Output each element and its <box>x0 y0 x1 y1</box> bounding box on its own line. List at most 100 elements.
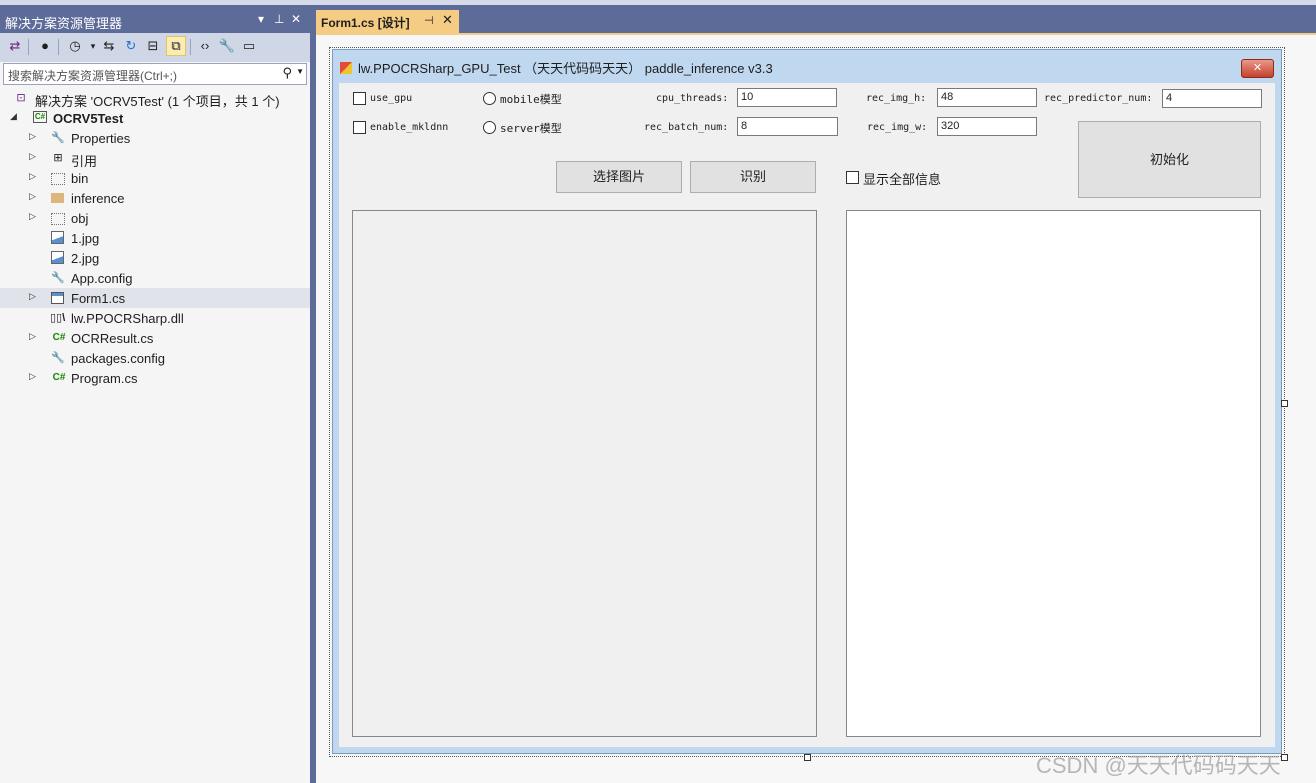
tree-item-solution[interactable]: ⊡ 解决方案 'OCRV5Test' (1 个项目，共 1 个) <box>0 88 310 109</box>
expanded-icon[interactable]: ◢ <box>10 111 17 122</box>
sync-icon[interactable]: ⇆ <box>100 37 118 55</box>
tree-item-label: bin <box>71 171 89 186</box>
use-gpu-checkbox[interactable] <box>353 92 366 105</box>
toolbar-separator <box>58 39 59 55</box>
search-icon[interactable]: ⚲ <box>282 65 292 81</box>
tree-item-dll[interactable]: ▯▯\ lw.PPOCRSharp.dll <box>0 308 310 328</box>
cpu-threads-input[interactable]: 10 <box>737 88 837 107</box>
server-model-label: server模型 <box>500 122 562 135</box>
solution-explorer-titlebar: 解决方案资源管理器 ▾ ⊥ ✕ <box>0 5 310 33</box>
tree-item-packages-config[interactable]: 🔧 packages.config <box>0 348 310 368</box>
globe-icon[interactable]: ● <box>36 37 54 55</box>
collapsed-icon[interactable]: ▷ <box>29 211 36 222</box>
rec-batch-num-input[interactable]: 8 <box>737 117 838 136</box>
show-all-info-label: 显示全部信息 <box>863 172 942 187</box>
collapsed-icon[interactable]: ▷ <box>29 371 36 382</box>
select-image-button[interactable]: 选择图片 <box>556 161 682 193</box>
references-icon: ⊞ <box>53 152 63 164</box>
resize-handle-right[interactable] <box>1281 400 1288 407</box>
folder-outline-icon <box>51 173 65 185</box>
chevron-down-icon[interactable]: ▼ <box>296 67 304 76</box>
tree-item-label: Form1.cs <box>71 291 126 306</box>
csharp-file-icon: C# <box>52 372 66 383</box>
image-preview-box[interactable] <box>352 210 817 737</box>
solution-explorer-title: 解决方案资源管理器 <box>5 16 123 31</box>
form-close-button[interactable]: ✕ <box>1241 59 1274 78</box>
rec-img-h-input[interactable]: 48 <box>937 88 1037 107</box>
tree-item-form1[interactable]: ▷ Form1.cs <box>0 288 310 308</box>
collapse-icon[interactable]: ⊟ <box>144 37 162 55</box>
use-gpu-label: use_gpu <box>370 93 413 104</box>
tab-label: Form1.cs [设计] <box>321 16 410 30</box>
solution-explorer-toolbar: ⇄ ● ◷ ▾ ⇆ ↻ ⊟ ⧉ ‹› 🔧 ▭ <box>0 33 310 62</box>
tree-item-2jpg[interactable]: 2.jpg <box>0 248 310 268</box>
pin-icon[interactable]: ⊥ <box>274 12 284 26</box>
tree-item-1jpg[interactable]: 1.jpg <box>0 228 310 248</box>
server-model-radio[interactable] <box>483 121 496 134</box>
preview-icon[interactable]: ▭ <box>240 37 258 55</box>
code-icon[interactable]: ‹› <box>196 37 214 55</box>
tree-item-ocrresult[interactable]: ▷ C# OCRResult.cs <box>0 328 310 348</box>
watermark: CSDN @天天代码码天天 <box>1036 753 1281 778</box>
wrench-icon[interactable]: 🔧 <box>218 37 236 55</box>
tree-item-obj[interactable]: ▷ obj <box>0 208 310 228</box>
refresh-icon[interactable]: ↻ <box>122 37 140 55</box>
show-all-files-icon[interactable]: ⧉ <box>166 36 186 56</box>
mobile-model-label: mobile模型 <box>500 93 562 106</box>
collapsed-icon[interactable]: ▷ <box>29 331 36 342</box>
folder-icon <box>51 193 64 203</box>
close-icon[interactable]: ✕ <box>442 12 453 28</box>
resize-handle-corner[interactable] <box>1281 754 1288 761</box>
tree-item-label: 1.jpg <box>71 231 100 246</box>
tree-item-label: Properties <box>71 131 131 146</box>
csharp-project-icon: C# <box>33 111 47 123</box>
cpu-threads-label: cpu_threads: <box>656 93 729 104</box>
collapsed-icon[interactable]: ▷ <box>29 191 36 202</box>
collapsed-icon[interactable]: ▷ <box>29 171 36 182</box>
tree-item-project[interactable]: ◢ C# OCRV5Test <box>0 108 310 128</box>
tree-item-inference[interactable]: ▷ inference <box>0 188 310 208</box>
history-icon[interactable]: ◷ <box>66 37 84 55</box>
config-file-icon: 🔧 <box>51 352 65 364</box>
tree-item-label: Program.cs <box>71 371 138 386</box>
library-icon: ▯▯\ <box>50 312 66 324</box>
vs-icon[interactable]: ⇄ <box>6 37 24 55</box>
solution-explorer-search[interactable]: 搜索解决方案资源管理器(Ctrl+;) ⚲ ▼ <box>3 63 307 85</box>
config-file-icon: 🔧 <box>51 272 65 284</box>
show-all-info-checkbox[interactable] <box>846 171 859 184</box>
collapsed-icon[interactable]: ▷ <box>29 131 36 142</box>
rec-predictor-num-input[interactable]: 4 <box>1162 89 1262 108</box>
tree-item-bin[interactable]: ▷ bin <box>0 168 310 188</box>
tree-item-label: packages.config <box>71 351 165 366</box>
image-file-icon <box>51 251 64 264</box>
wrench-icon: 🔧 <box>51 132 65 144</box>
mobile-model-radio[interactable] <box>483 92 496 105</box>
tree-item-properties[interactable]: ▷ 🔧 Properties <box>0 128 310 148</box>
rec-img-w-label: rec_img_w: <box>867 122 928 133</box>
form-icon <box>340 62 352 74</box>
solution-icon: ⊡ <box>16 92 26 104</box>
toolbar-separator <box>190 39 191 55</box>
folder-outline-icon <box>51 213 65 225</box>
tree-item-label: 2.jpg <box>71 251 100 266</box>
close-icon[interactable]: ✕ <box>291 12 301 26</box>
collapsed-icon[interactable]: ▷ <box>29 151 36 162</box>
dropdown-icon[interactable]: ▾ <box>258 12 264 26</box>
rec-img-w-input[interactable]: 320 <box>937 117 1037 136</box>
rec-batch-num-label: rec_batch_num: <box>644 122 729 133</box>
init-button[interactable]: 初始化 <box>1078 121 1261 198</box>
tree-item-label: obj <box>71 211 89 226</box>
resize-handle-bottom[interactable] <box>804 754 811 761</box>
tree-item-references[interactable]: ▷ ⊞ 引用 <box>0 148 310 169</box>
collapsed-icon[interactable]: ▷ <box>29 291 36 302</box>
tab-form1-design[interactable]: Form1.cs [设计] ⊣ ✕ <box>316 10 459 33</box>
pin-icon[interactable]: ⊣ <box>424 14 434 27</box>
tree-item-app-config[interactable]: 🔧 App.config <box>0 268 310 288</box>
document-tab-bar <box>316 5 1316 33</box>
form-file-icon <box>51 292 64 304</box>
result-textbox[interactable] <box>846 210 1261 737</box>
recognize-button[interactable]: 识别 <box>690 161 816 193</box>
tree-item-program[interactable]: ▷ C# Program.cs <box>0 368 310 388</box>
image-file-icon <box>51 231 64 244</box>
enable-mkldnn-checkbox[interactable] <box>353 121 366 134</box>
